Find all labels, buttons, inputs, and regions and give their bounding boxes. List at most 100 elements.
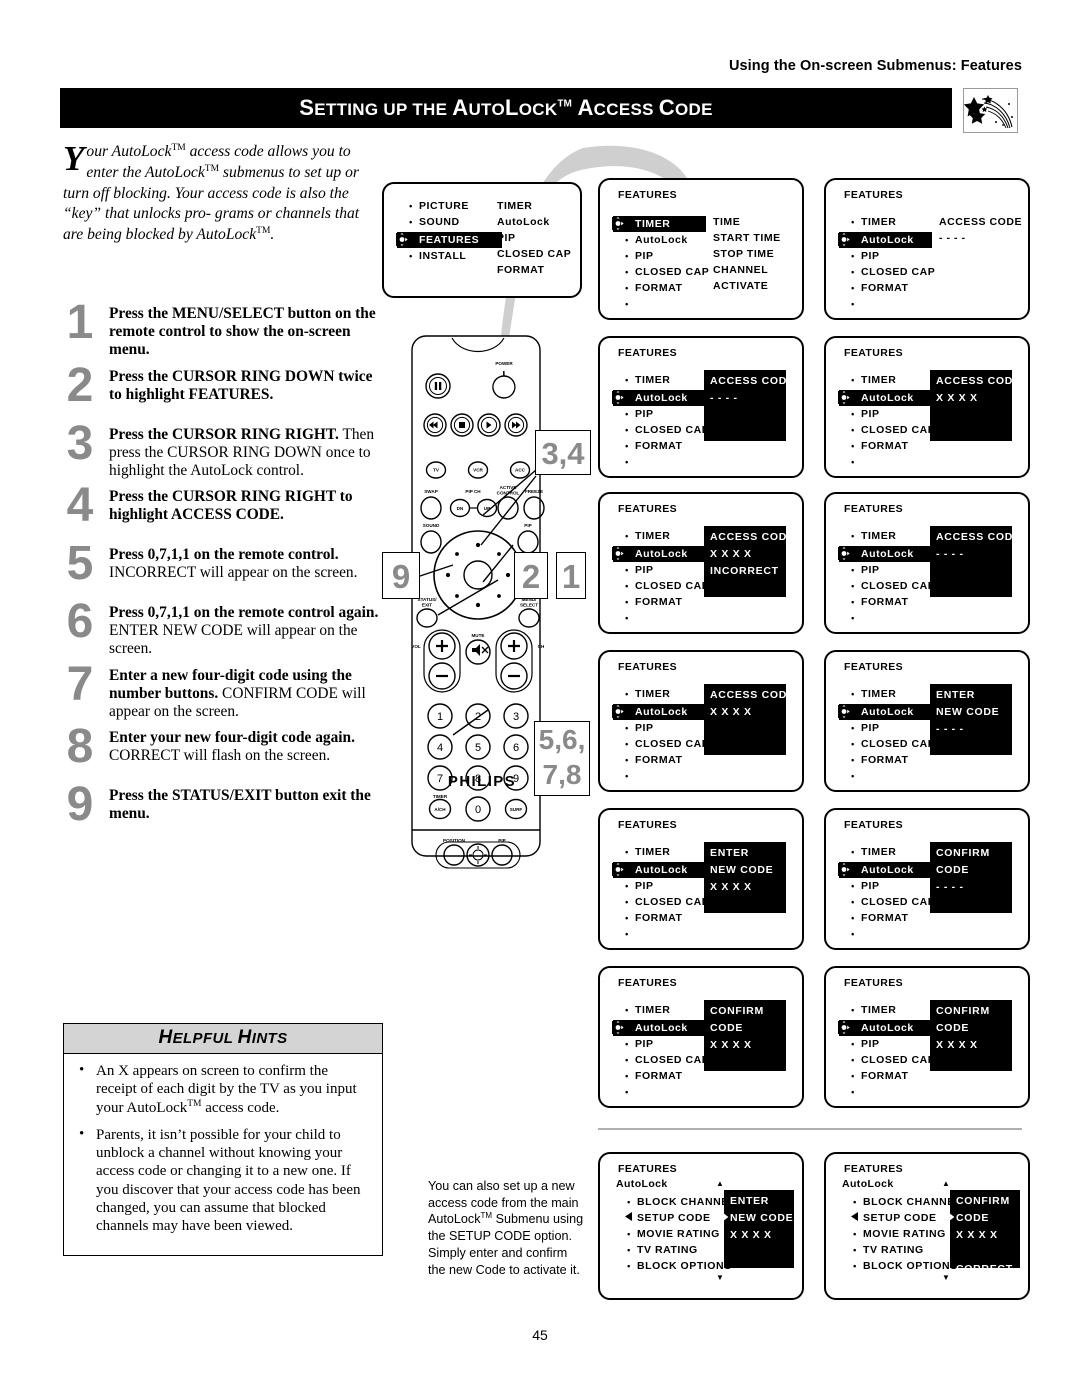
panel-item-autolock[interactable]: • AutoLock — [622, 232, 709, 248]
panel-item-timer[interactable]: • TIMER — [848, 214, 935, 230]
panel-item-pip[interactable]: • PIP — [622, 562, 709, 578]
panel-item-autolock[interactable]: AutoLock — [838, 1020, 932, 1036]
submenu-item-format[interactable]: FORMAT — [497, 262, 571, 278]
scroll-down-arrow-icon[interactable]: ▼ — [716, 1274, 724, 1282]
panel-item-pip[interactable]: • PIP — [848, 878, 935, 894]
panel-item-pip[interactable]: • PIP — [848, 406, 935, 422]
panel-item-pip[interactable]: • PIP — [848, 1036, 935, 1052]
submenu-item-closed-cap[interactable]: CLOSED CAP — [497, 246, 571, 262]
menu-item-picture[interactable]: • PICTURE — [406, 198, 502, 214]
submenu-item-autolock[interactable]: AutoLock — [497, 214, 571, 230]
panel-item-closed-cap[interactable]: • CLOSED CAP — [848, 578, 935, 594]
panel-item-timer[interactable]: TIMER — [612, 216, 706, 232]
panel-item-movie-rating[interactable]: • MOVIE RATING — [624, 1226, 736, 1242]
panel-item-autolock[interactable]: AutoLock — [612, 862, 706, 878]
panel-item-format[interactable]: • FORMAT — [622, 438, 709, 454]
panel-item-block-options[interactable]: • BLOCK OPTIONS — [624, 1258, 736, 1274]
panel-item-closed-cap[interactable]: • CLOSED CAP — [622, 264, 709, 280]
scroll-down-arrow-icon[interactable]: ▼ — [942, 1274, 950, 1282]
panel-item-closed-cap[interactable]: • CLOSED CAP — [622, 422, 709, 438]
panel-item-timer[interactable]: • TIMER — [622, 528, 709, 544]
panel-item-pip[interactable]: • PIP — [622, 406, 709, 422]
panel-item-closed-cap[interactable]: • CLOSED CAP — [622, 1052, 709, 1068]
panel-item-pip[interactable]: • PIP — [622, 720, 709, 736]
code-line-: - - - - — [710, 392, 738, 404]
panel-item-autolock[interactable]: AutoLock — [612, 704, 706, 720]
panel-item-pip[interactable]: • PIP — [622, 878, 709, 894]
panel-item-block-channel[interactable]: • BLOCK CHANNEL — [850, 1194, 962, 1210]
panel-item-autolock[interactable]: AutoLock — [612, 390, 706, 406]
code-line-correct: CORRECT — [956, 1263, 1013, 1275]
panel-item-autolock[interactable]: AutoLock — [838, 232, 932, 248]
panel-item-closed-cap[interactable]: • CLOSED CAP — [622, 736, 709, 752]
panel-item-timer[interactable]: • TIMER — [622, 1002, 709, 1018]
bullet-icon: • — [853, 1261, 857, 1271]
panel-item-timer[interactable]: • TIMER — [622, 372, 709, 388]
panel-item-closed-cap[interactable]: • CLOSED CAP — [848, 264, 935, 280]
panel-item-timer[interactable]: • TIMER — [848, 686, 935, 702]
panel-title: FEATURES — [618, 819, 678, 831]
panel-code-window: ENTER NEW CODE X X X X — [704, 842, 786, 913]
panel-item-closed-cap[interactable]: • CLOSED CAP — [848, 736, 935, 752]
scroll-up-arrow-icon[interactable]: ▲ — [942, 1180, 950, 1188]
panel-item-timer[interactable]: • TIMER — [848, 372, 935, 388]
panel-item-timer[interactable]: • TIMER — [848, 528, 935, 544]
helpful-hints-list: An X appears on screen to confirm the re… — [64, 1054, 382, 1255]
panel-item-format[interactable]: • FORMAT — [848, 1068, 935, 1084]
panel-item-pip[interactable]: • PIP — [622, 248, 709, 264]
panel-item-timer[interactable]: • TIMER — [848, 1002, 935, 1018]
panel-item-tv-rating[interactable]: • TV RATING — [850, 1242, 962, 1258]
panel-item-label: FORMAT — [635, 754, 683, 766]
panel-item-format[interactable]: • FORMAT — [622, 1068, 709, 1084]
panel-item-movie-rating[interactable]: • MOVIE RATING — [850, 1226, 962, 1242]
panel-item-format[interactable]: • FORMAT — [622, 910, 709, 926]
panel-item-pip[interactable]: • PIP — [848, 562, 935, 578]
panel-item-closed-cap[interactable]: • CLOSED CAP — [848, 894, 935, 910]
panel-item-closed-cap[interactable]: • CLOSED CAP — [848, 1052, 935, 1068]
submenu-item-pip[interactable]: PIP — [497, 230, 571, 246]
panel-item-label: CLOSED CAP — [861, 1054, 936, 1066]
panel-item-format[interactable]: • FORMAT — [848, 594, 935, 610]
svg-text:PIP: PIP — [498, 838, 505, 843]
code-line-x-x-x-x: X X X X — [956, 1229, 998, 1241]
panel-left-column: • TIMER AutoLock • PIP • CLOSED CAP • FORMAT • — [612, 528, 709, 626]
panel-item-format[interactable]: • FORMAT — [622, 280, 709, 296]
panel-item-timer[interactable]: • TIMER — [622, 686, 709, 702]
panel-item-autolock[interactable]: AutoLock — [838, 546, 932, 562]
panel-item-closed-cap[interactable]: • CLOSED CAP — [622, 578, 709, 594]
menu-item-features[interactable]: FEATURES — [396, 232, 502, 248]
panel-item-format[interactable]: • FORMAT — [622, 752, 709, 768]
panel-item-autolock[interactable]: AutoLock — [612, 546, 706, 562]
panel-item-pip[interactable]: • PIP — [848, 720, 935, 736]
menu-item-install[interactable]: • INSTALL — [406, 248, 502, 264]
panel-item-block-channel[interactable]: • BLOCK CHANNEL — [624, 1194, 736, 1210]
panel-code-window: ACCESS CODE - - - - — [930, 526, 1020, 597]
bullet-icon: • — [851, 1087, 855, 1097]
panel-title: FEATURES — [844, 819, 904, 831]
panel-item-label: FORMAT — [861, 1070, 909, 1082]
callout-1: 1 — [556, 552, 586, 599]
panel-item-tv-rating[interactable]: • TV RATING — [624, 1242, 736, 1258]
panel-item-autolock[interactable]: AutoLock — [838, 862, 932, 878]
panel-item-timer[interactable]: • TIMER — [848, 844, 935, 860]
panel-item-autolock[interactable]: AutoLock — [838, 390, 932, 406]
menu-item-sound[interactable]: • SOUND — [406, 214, 502, 230]
panel-item-pip[interactable]: • PIP — [622, 1036, 709, 1052]
panel-item-format[interactable]: • FORMAT — [848, 280, 935, 296]
panel-item-format[interactable]: • FORMAT — [848, 438, 935, 454]
code-line-: - - - - — [936, 881, 964, 893]
panel-item-closed-cap[interactable]: • CLOSED CAP — [848, 422, 935, 438]
panel-item-format[interactable]: • FORMAT — [848, 752, 935, 768]
panel-item-closed-cap[interactable]: • CLOSED CAP — [622, 894, 709, 910]
panel-item-block-options[interactable]: • BLOCK OPTIONS — [850, 1258, 962, 1274]
scroll-up-arrow-icon[interactable]: ▲ — [716, 1180, 724, 1188]
panel-item-format[interactable]: • FORMAT — [622, 594, 709, 610]
submenu-item-timer[interactable]: TIMER — [497, 198, 571, 214]
panel-item-autolock[interactable]: AutoLock — [838, 704, 932, 720]
panel-item-format[interactable]: • FORMAT — [848, 910, 935, 926]
panel-item-blank: • — [848, 454, 935, 470]
panel-item-autolock[interactable]: AutoLock — [612, 1020, 706, 1036]
panel-item-pip[interactable]: • PIP — [848, 248, 935, 264]
panel-item-timer[interactable]: • TIMER — [622, 844, 709, 860]
